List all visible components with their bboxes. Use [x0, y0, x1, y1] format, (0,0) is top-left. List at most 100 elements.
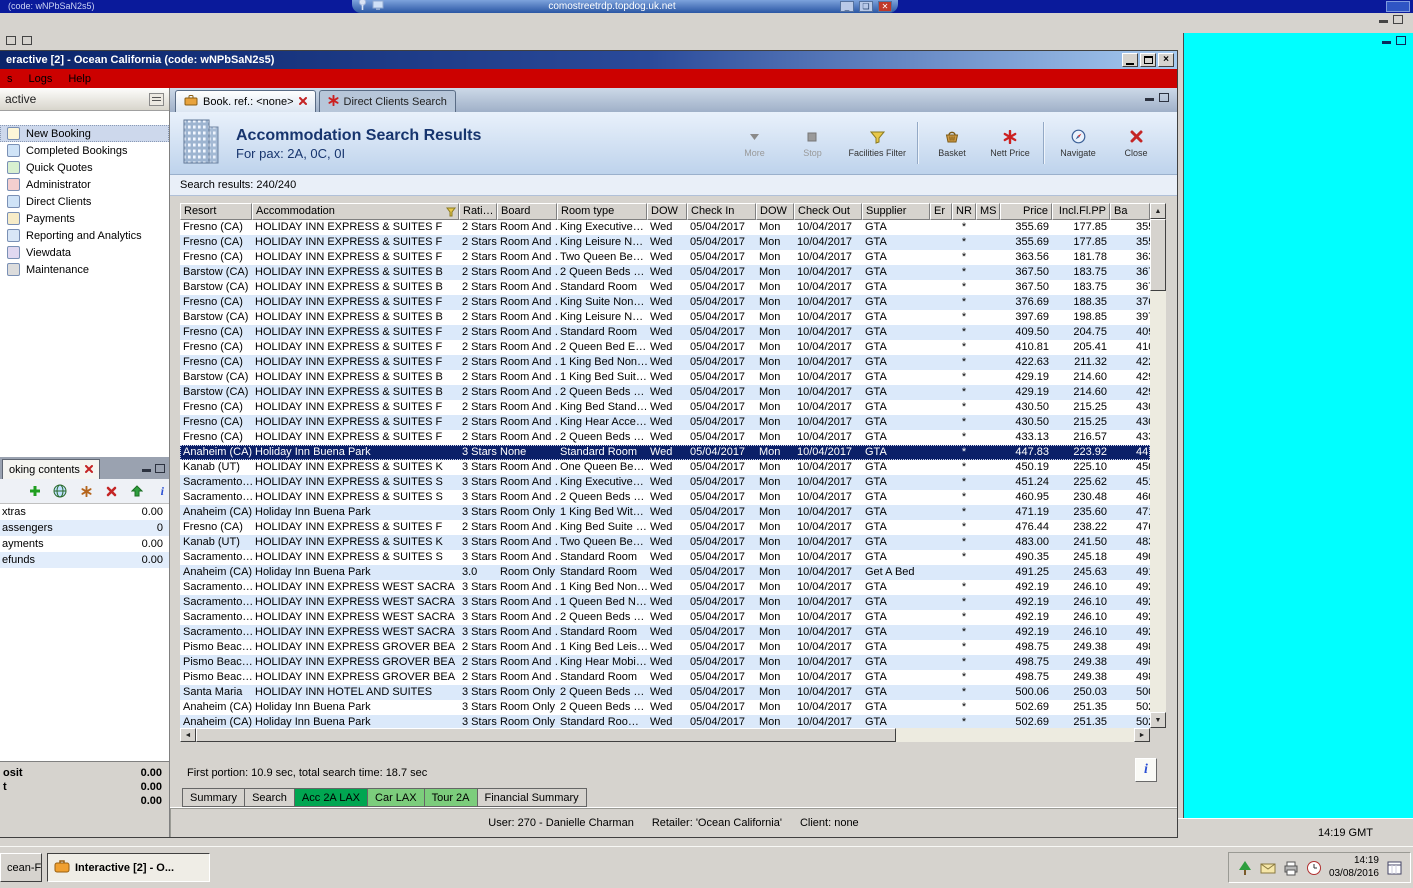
globe-icon[interactable] [53, 484, 67, 499]
table-row[interactable]: Sacramento…HOLIDAY INN EXPRESS WEST SACR… [180, 580, 1150, 595]
maximize-button[interactable] [1140, 53, 1156, 67]
minimize-icon[interactable] [1382, 41, 1391, 44]
column-header-incl-fl-pp[interactable]: Incl.Fl.PP [1052, 203, 1110, 220]
column-header-supplier[interactable]: Supplier [862, 203, 930, 220]
delete-icon[interactable] [105, 484, 118, 499]
table-row[interactable]: Fresno (CA)HOLIDAY INN EXPRESS & SUITES … [180, 340, 1150, 355]
column-header-ms[interactable]: MS [976, 203, 1000, 220]
booking-contents-controls[interactable] [142, 464, 169, 479]
flower-icon[interactable] [79, 484, 92, 499]
restore-icon[interactable] [1396, 36, 1406, 45]
table-row[interactable]: Kanab (UT)HOLIDAY INN EXPRESS & SUITES K… [180, 535, 1150, 550]
table-row[interactable]: Barstow (CA)HOLIDAY INN EXPRESS & SUITES… [180, 265, 1150, 280]
taskbar-button-ocean[interactable]: cean-F... [0, 853, 42, 882]
scroll-thumb[interactable] [1150, 219, 1166, 291]
tab-close-icon[interactable] [299, 96, 307, 108]
menu-item[interactable]: s [7, 73, 13, 85]
cyan-window-controls[interactable] [1382, 36, 1406, 45]
scroll-track[interactable] [196, 728, 1134, 742]
scroll-down-button[interactable]: ▼ [1150, 712, 1166, 728]
table-row[interactable]: Fresno (CA)HOLIDAY INN EXPRESS & SUITES … [180, 520, 1150, 535]
table-row[interactable]: Sacramento…HOLIDAY INN EXPRESS WEST SACR… [180, 625, 1150, 640]
scroll-right-button[interactable]: ► [1134, 728, 1150, 742]
column-header-price[interactable]: Price [1000, 203, 1052, 220]
scroll-thumb[interactable] [196, 728, 896, 742]
info-button[interactable]: i [1135, 758, 1157, 782]
export-icon[interactable] [130, 484, 143, 499]
add-icon[interactable] [28, 484, 41, 499]
column-header-check-out[interactable]: Check Out [794, 203, 862, 220]
table-row[interactable]: Fresno (CA)HOLIDAY INN EXPRESS & SUITES … [180, 250, 1150, 265]
table-row[interactable]: Anaheim (CA)Holiday Inn Buena Park3 Star… [180, 700, 1150, 715]
table-row[interactable]: Anaheim (CA)Holiday Inn Buena Park3 Star… [180, 505, 1150, 520]
taskbar-button-interactive[interactable]: Interactive [2] - O... [47, 853, 210, 882]
nett-price-button[interactable]: Nett Price [981, 119, 1039, 167]
sidebar-item-payments[interactable]: Payments [0, 210, 169, 227]
sidebar-item-reporting-and-analytics[interactable]: Reporting and Analytics [0, 227, 169, 244]
minimize-icon[interactable] [142, 469, 151, 472]
sidebar-collapse-button[interactable] [149, 93, 164, 106]
table-row[interactable]: Sacramento…HOLIDAY INN EXPRESS WEST SACR… [180, 610, 1150, 625]
scroll-up-button[interactable]: ▲ [1150, 203, 1166, 219]
table-row[interactable]: Barstow (CA)HOLIDAY INN EXPRESS & SUITES… [180, 280, 1150, 295]
column-header-dow[interactable]: DOW [756, 203, 794, 220]
table-row[interactable]: Kanab (UT)HOLIDAY INN EXPRESS & SUITES K… [180, 460, 1150, 475]
sidebar-item-new-booking[interactable]: New Booking [0, 125, 169, 142]
tab-direct-clients-search[interactable]: Direct Clients Search [319, 90, 456, 112]
scroll-left-button[interactable]: ◄ [180, 728, 196, 742]
column-header-rati[interactable]: Rati… [459, 203, 497, 220]
column-header-resort[interactable]: Resort [180, 203, 252, 220]
column-header-room-type[interactable]: Room type [557, 203, 647, 220]
sidebar-item-direct-clients[interactable]: Direct Clients [0, 193, 169, 210]
table-row[interactable]: Sacramento…HOLIDAY INN EXPRESS & SUITES … [180, 550, 1150, 565]
sidebar-item-completed-bookings[interactable]: Completed Bookings [0, 142, 169, 159]
column-header-dow[interactable]: DOW [647, 203, 687, 220]
calendar-icon[interactable] [1386, 860, 1402, 876]
tab-book-ref-none[interactable]: Book. ref.: <none> [175, 90, 316, 112]
sidebar-item-maintenance[interactable]: Maintenance [0, 261, 169, 278]
table-row[interactable]: Santa MariaHOLIDAY INN HOTEL AND SUITES3… [180, 685, 1150, 700]
table-row[interactable]: Anaheim (CA)Holiday Inn Buena Park3 Star… [180, 445, 1150, 460]
table-row[interactable]: Anaheim (CA)Holiday Inn Buena Park3.0Roo… [180, 565, 1150, 580]
column-header-accommodation[interactable]: Accommodation [252, 203, 459, 220]
table-row[interactable]: Pismo Beac…HOLIDAY INN EXPRESS GROVER BE… [180, 670, 1150, 685]
column-header-er[interactable]: Er [930, 203, 952, 220]
navigate-button[interactable]: Navigate [1049, 119, 1107, 167]
minimize-icon[interactable] [1145, 98, 1154, 101]
tab-booking-contents[interactable]: oking contents [2, 459, 100, 479]
menu-item-logs[interactable]: Logs [29, 73, 53, 85]
restore-icon[interactable] [155, 464, 165, 473]
info-icon[interactable]: i [156, 484, 169, 499]
horizontal-scrollbar[interactable]: ◄ ► [180, 728, 1150, 742]
table-row[interactable]: Barstow (CA)HOLIDAY INN EXPRESS & SUITES… [180, 385, 1150, 400]
tab-close-icon[interactable] [85, 464, 93, 476]
table-row[interactable]: Fresno (CA)HOLIDAY INN EXPRESS & SUITES … [180, 355, 1150, 370]
table-row[interactable]: Pismo Beac…HOLIDAY INN EXPRESS GROVER BE… [180, 655, 1150, 670]
table-row[interactable]: Sacramento…HOLIDAY INN EXPRESS WEST SACR… [180, 595, 1150, 610]
table-row[interactable]: Barstow (CA)HOLIDAY INN EXPRESS & SUITES… [180, 370, 1150, 385]
menu-item-help[interactable]: Help [68, 73, 91, 85]
filter-funnel-icon[interactable] [446, 207, 456, 220]
table-row[interactable]: Fresno (CA)HOLIDAY INN EXPRESS & SUITES … [180, 400, 1150, 415]
rdp-minimize-button[interactable]: _ [840, 1, 854, 12]
bottom-tab-summary[interactable]: Summary [182, 788, 245, 807]
table-row[interactable]: Sacramento…HOLIDAY INN EXPRESS & SUITES … [180, 490, 1150, 505]
clock-icon[interactable] [1306, 860, 1322, 876]
table-row[interactable]: Pismo Beac…HOLIDAY INN EXPRESS GROVER BE… [180, 640, 1150, 655]
table-row[interactable]: Fresno (CA)HOLIDAY INN EXPRESS & SUITES … [180, 220, 1150, 235]
sidebar-item-viewdata[interactable]: Viewdata [0, 244, 169, 261]
basket-button[interactable]: Basket [923, 119, 981, 167]
restore-icon[interactable] [1393, 15, 1403, 24]
column-header-check-in[interactable]: Check In [687, 203, 756, 220]
column-header-ba[interactable]: Ba [1110, 203, 1150, 220]
sidebar-item-quick-quotes[interactable]: Quick Quotes [0, 159, 169, 176]
close-button[interactable]: × [1158, 53, 1174, 67]
background-window-controls[interactable] [1379, 15, 1403, 24]
title-bar[interactable]: eractive [2] - Ocean California (code: w… [0, 51, 1177, 69]
bottom-tab-car-lax[interactable]: Car LAX [368, 788, 425, 807]
minimize-button[interactable] [1122, 53, 1138, 67]
vertical-scrollbar[interactable]: ▲ ▼ [1150, 203, 1166, 728]
table-row[interactable]: Anaheim (CA)Holiday Inn Buena Park3 Star… [180, 715, 1150, 728]
facilities-filter-button[interactable]: Facilities Filter [841, 119, 913, 167]
bottom-tab-search[interactable]: Search [245, 788, 295, 807]
